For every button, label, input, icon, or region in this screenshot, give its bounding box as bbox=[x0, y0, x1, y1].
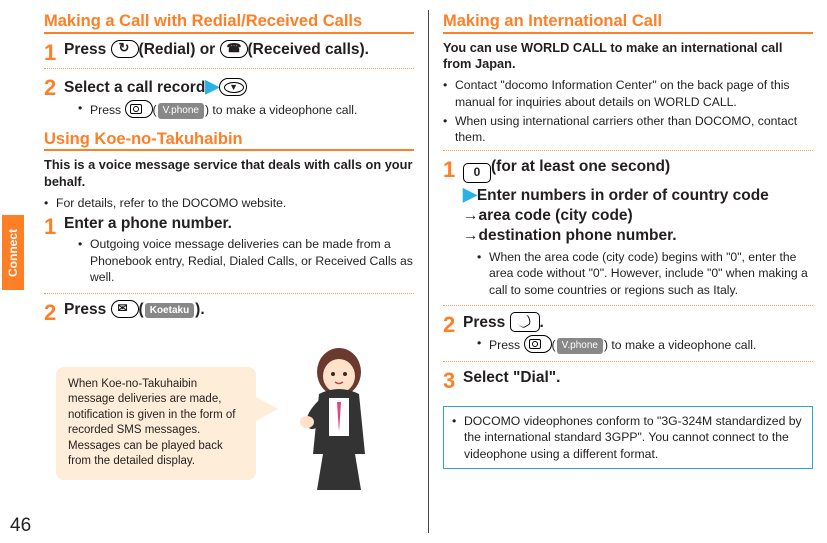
softkey-label: V.phone bbox=[158, 103, 204, 119]
camera-key-icon bbox=[125, 100, 153, 118]
t: (Received calls). bbox=[248, 41, 369, 58]
step-text: Select "Dial". bbox=[463, 368, 813, 388]
step-number: 1 bbox=[44, 214, 64, 289]
step-text: Select a call record▶ bbox=[64, 75, 414, 98]
nav-down-key-icon bbox=[219, 78, 247, 96]
bullet-dot bbox=[443, 77, 455, 110]
redial-step-1: 1 Press (Redial) or (Received calls). bbox=[44, 40, 414, 64]
intl-step-1: 1 0(for at least one second) ▶Enter numb… bbox=[443, 157, 813, 301]
zero-key-icon: 0 bbox=[463, 163, 491, 183]
intl-lead: You can use WORLD CALL to make an intern… bbox=[443, 40, 813, 73]
lady-illustration bbox=[289, 342, 394, 492]
bullet: Press (V.phone) to make a videophone cal… bbox=[463, 335, 813, 354]
step-text: Press . bbox=[463, 312, 813, 333]
separator bbox=[443, 361, 813, 362]
t: Press bbox=[90, 103, 125, 117]
t: ) to make a videophone call. bbox=[205, 103, 357, 117]
bullet-text: Outgoing voice message deliveries can be… bbox=[90, 236, 414, 285]
bullet: DOCOMO videophones conform to "3G-324M s… bbox=[452, 413, 804, 462]
softkey-label: Koetaku bbox=[145, 303, 194, 318]
separator bbox=[443, 150, 813, 151]
step-number: 2 bbox=[443, 312, 463, 357]
step-number: 2 bbox=[44, 75, 64, 122]
bullet-dot bbox=[477, 249, 489, 298]
t: Press bbox=[463, 314, 510, 331]
t: Press bbox=[64, 301, 111, 318]
bullet-text: Press (V.phone) to make a videophone cal… bbox=[489, 335, 813, 354]
step-number: 1 bbox=[443, 157, 463, 301]
bullet-dot bbox=[443, 113, 455, 146]
speech-area: When Koe-no-Takuhaibin message deliverie… bbox=[44, 342, 414, 497]
step-text: Press (Koetaku). bbox=[64, 300, 414, 320]
left-column: Making a Call with Redial/Received Calls… bbox=[0, 10, 429, 533]
bullet: For details, refer to the DOCOMO website… bbox=[44, 195, 414, 211]
page-content: Making a Call with Redial/Received Calls… bbox=[0, 0, 827, 543]
separator bbox=[44, 293, 414, 294]
bullet-dot bbox=[44, 195, 56, 211]
bullet-text: For details, refer to the DOCOMO website… bbox=[56, 195, 414, 211]
bullet-dot bbox=[78, 100, 90, 119]
softkey-label: V.phone bbox=[557, 338, 603, 354]
heading-koe: Using Koe-no-Takuhaibin bbox=[44, 130, 414, 152]
speech-bubble: When Koe-no-Takuhaibin message deliverie… bbox=[56, 367, 256, 480]
info-callout: DOCOMO videophones conform to "3G-324M s… bbox=[443, 406, 813, 469]
bullet-text: When using international carriers other … bbox=[455, 113, 813, 146]
page-number: 46 bbox=[10, 515, 31, 537]
bullet-dot bbox=[477, 335, 489, 354]
intl-step-3: 3 Select "Dial". bbox=[443, 368, 813, 392]
intl-step-2: 2 Press . Press (V.phone) to make a vide… bbox=[443, 312, 813, 357]
step-text: Press (Redial) or (Received calls). bbox=[64, 40, 414, 60]
step-number: 1 bbox=[44, 40, 64, 64]
t: . bbox=[540, 314, 544, 331]
redial-step-2: 2 Select a call record▶ Press (V.phone) … bbox=[44, 75, 414, 122]
bullet: Outgoing voice message deliveries can be… bbox=[64, 236, 414, 285]
heading-redial: Making a Call with Redial/Received Calls bbox=[44, 12, 414, 34]
t: Press bbox=[64, 41, 111, 58]
received-calls-key-icon bbox=[220, 40, 248, 58]
separator bbox=[443, 305, 813, 306]
camera-key-icon bbox=[524, 335, 552, 353]
right-column: Making an International Call You can use… bbox=[429, 10, 827, 533]
koe-step-2: 2 Press (Koetaku). bbox=[44, 300, 414, 324]
step-text: 0(for at least one second) ▶Enter number… bbox=[463, 157, 813, 247]
call-key-icon bbox=[510, 312, 540, 332]
t: Press bbox=[489, 338, 524, 352]
side-tab-label: Connect bbox=[6, 229, 20, 277]
bullet-text: DOCOMO videophones conform to "3G-324M s… bbox=[464, 413, 804, 462]
t: area code (city code) bbox=[479, 207, 633, 224]
bullet: Contact "docomo Information Center" on t… bbox=[443, 77, 813, 110]
bullet: When the area code (city code) begins wi… bbox=[463, 249, 813, 298]
heading-intl: Making an International Call bbox=[443, 12, 813, 34]
mail-key-icon bbox=[111, 300, 139, 318]
bullet-text: When the area code (city code) begins wi… bbox=[489, 249, 813, 298]
t: ). bbox=[195, 301, 204, 318]
t: (for at least one second) bbox=[491, 158, 670, 175]
bullet: When using international carriers other … bbox=[443, 113, 813, 146]
step-number: 3 bbox=[443, 368, 463, 392]
step-text: Enter a phone number. bbox=[64, 214, 414, 234]
t: destination phone number. bbox=[479, 227, 677, 244]
t: Select a call record bbox=[64, 79, 205, 96]
t: ) to make a videophone call. bbox=[604, 338, 756, 352]
t: (Redial) or bbox=[139, 41, 220, 58]
bullet-text: Press (V.phone) to make a videophone cal… bbox=[90, 100, 414, 119]
koe-step-1: 1 Enter a phone number. Outgoing voice m… bbox=[44, 214, 414, 289]
koe-intro: This is a voice message service that dea… bbox=[44, 157, 414, 190]
bullet-dot bbox=[452, 413, 464, 462]
speech-tail bbox=[256, 397, 278, 421]
separator bbox=[44, 68, 414, 69]
bullet: Press (V.phone) to make a videophone cal… bbox=[64, 100, 414, 119]
bullet-dot bbox=[78, 236, 90, 285]
bullet-text: Contact "docomo Information Center" on t… bbox=[455, 77, 813, 110]
step-number: 2 bbox=[44, 300, 64, 324]
redial-key-icon bbox=[111, 40, 139, 58]
t: Enter numbers in order of country code bbox=[477, 187, 769, 204]
side-tab: Connect bbox=[2, 215, 24, 290]
speech-text: When Koe-no-Takuhaibin message deliverie… bbox=[68, 378, 235, 468]
